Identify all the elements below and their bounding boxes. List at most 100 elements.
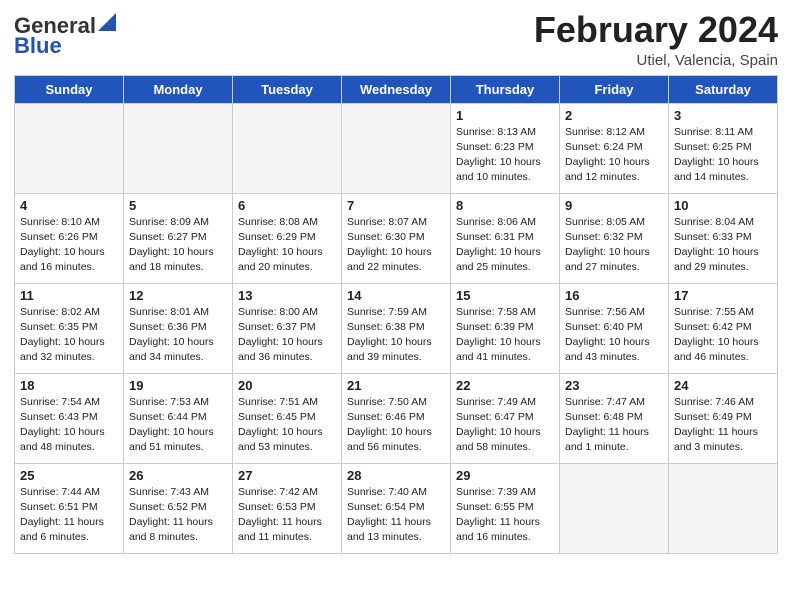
calendar-cell: 5 Sunrise: 8:09 AM Sunset: 6:27 PM Daylig… [124, 193, 233, 283]
day-info: Sunrise: 7:42 AM Sunset: 6:53 PM Dayligh… [238, 485, 336, 546]
day-number: 11 [20, 288, 118, 303]
day-info: Sunrise: 7:54 AM Sunset: 6:43 PM Dayligh… [20, 395, 118, 456]
day-info: Sunrise: 8:08 AM Sunset: 6:29 PM Dayligh… [238, 215, 336, 276]
calendar-cell: 26 Sunrise: 7:43 AM Sunset: 6:52 PM Dayli… [124, 463, 233, 553]
day-number: 26 [129, 468, 227, 483]
day-number: 19 [129, 378, 227, 393]
day-info: Sunrise: 8:13 AM Sunset: 6:23 PM Dayligh… [456, 125, 554, 186]
day-info: Sunrise: 7:55 AM Sunset: 6:42 PM Dayligh… [674, 305, 772, 366]
calendar-week-row: 25 Sunrise: 7:44 AM Sunset: 6:51 PM Dayli… [15, 463, 778, 553]
day-info: Sunrise: 7:47 AM Sunset: 6:48 PM Dayligh… [565, 395, 663, 456]
day-number: 14 [347, 288, 445, 303]
calendar-title: February 2024 [534, 10, 778, 50]
day-info: Sunrise: 8:11 AM Sunset: 6:25 PM Dayligh… [674, 125, 772, 186]
calendar-cell: 7 Sunrise: 8:07 AM Sunset: 6:30 PM Daylig… [342, 193, 451, 283]
day-info: Sunrise: 8:01 AM Sunset: 6:36 PM Dayligh… [129, 305, 227, 366]
calendar-cell [233, 103, 342, 193]
day-info: Sunrise: 7:44 AM Sunset: 6:51 PM Dayligh… [20, 485, 118, 546]
weekday-header-sunday: Sunday [15, 75, 124, 103]
calendar-week-row: 4 Sunrise: 8:10 AM Sunset: 6:26 PM Daylig… [15, 193, 778, 283]
day-info: Sunrise: 8:06 AM Sunset: 6:31 PM Dayligh… [456, 215, 554, 276]
day-info: Sunrise: 8:10 AM Sunset: 6:26 PM Dayligh… [20, 215, 118, 276]
day-number: 2 [565, 108, 663, 123]
calendar-cell: 18 Sunrise: 7:54 AM Sunset: 6:43 PM Dayli… [15, 373, 124, 463]
day-info: Sunrise: 7:51 AM Sunset: 6:45 PM Dayligh… [238, 395, 336, 456]
calendar-page: General Blue February 2024 Utiel, Valenc… [0, 0, 792, 568]
calendar-cell: 29Sunrise: 7:39 AM Sunset: 6:55 PM Dayli… [451, 463, 560, 553]
weekday-header-tuesday: Tuesday [233, 75, 342, 103]
day-number: 24 [674, 378, 772, 393]
calendar-header-row: SundayMondayTuesdayWednesdayThursdayFrid… [15, 75, 778, 103]
calendar-cell: 19 Sunrise: 7:53 AM Sunset: 6:44 PM Dayli… [124, 373, 233, 463]
day-number: 4 [20, 198, 118, 213]
day-number: 25 [20, 468, 118, 483]
day-number: 27 [238, 468, 336, 483]
calendar-week-row: 18 Sunrise: 7:54 AM Sunset: 6:43 PM Dayli… [15, 373, 778, 463]
day-info: Sunrise: 8:00 AM Sunset: 6:37 PM Dayligh… [238, 305, 336, 366]
day-info: Sunrise: 7:56 AM Sunset: 6:40 PM Dayligh… [565, 305, 663, 366]
calendar-cell [15, 103, 124, 193]
day-info: Sunrise: 7:46 AM Sunset: 6:49 PM Dayligh… [674, 395, 772, 456]
day-number: 16 [565, 288, 663, 303]
weekday-header-monday: Monday [124, 75, 233, 103]
calendar-cell: 14 Sunrise: 7:59 AM Sunset: 6:38 PM Dayli… [342, 283, 451, 373]
calendar-cell: 4 Sunrise: 8:10 AM Sunset: 6:26 PM Daylig… [15, 193, 124, 283]
day-number: 8 [456, 198, 554, 213]
calendar-week-row: 11 Sunrise: 8:02 AM Sunset: 6:35 PM Dayli… [15, 283, 778, 373]
day-number: 20 [238, 378, 336, 393]
day-number: 21 [347, 378, 445, 393]
calendar-cell: 10Sunrise: 8:04 AM Sunset: 6:33 PM Dayli… [669, 193, 778, 283]
day-info: Sunrise: 8:02 AM Sunset: 6:35 PM Dayligh… [20, 305, 118, 366]
calendar-cell: 3 Sunrise: 8:11 AM Sunset: 6:25 PM Daylig… [669, 103, 778, 193]
day-number: 10 [674, 198, 772, 213]
day-number: 9 [565, 198, 663, 213]
day-number: 18 [20, 378, 118, 393]
weekday-header-saturday: Saturday [669, 75, 778, 103]
day-number: 28 [347, 468, 445, 483]
day-number: 22 [456, 378, 554, 393]
day-number: 5 [129, 198, 227, 213]
calendar-cell: 25 Sunrise: 7:44 AM Sunset: 6:51 PM Dayli… [15, 463, 124, 553]
calendar-cell: 24 Sunrise: 7:46 AM Sunset: 6:49 PM Dayli… [669, 373, 778, 463]
calendar-table: SundayMondayTuesdayWednesdayThursdayFrid… [14, 75, 778, 554]
day-info: Sunrise: 7:59 AM Sunset: 6:38 PM Dayligh… [347, 305, 445, 366]
calendar-cell: 1 Sunrise: 8:13 AM Sunset: 6:23 PM Daylig… [451, 103, 560, 193]
day-number: 29 [456, 468, 554, 483]
calendar-cell: 12 Sunrise: 8:01 AM Sunset: 6:36 PM Dayli… [124, 283, 233, 373]
weekday-header-friday: Friday [560, 75, 669, 103]
calendar-cell: 9Sunrise: 8:05 AM Sunset: 6:32 PM Daylig… [560, 193, 669, 283]
calendar-cell: 6 Sunrise: 8:08 AM Sunset: 6:29 PM Daylig… [233, 193, 342, 283]
day-number: 1 [456, 108, 554, 123]
calendar-cell: 22 Sunrise: 7:49 AM Sunset: 6:47 PM Dayli… [451, 373, 560, 463]
logo: General Blue [14, 14, 116, 58]
day-number: 3 [674, 108, 772, 123]
calendar-subtitle: Utiel, Valencia, Spain [534, 52, 778, 69]
calendar-cell [560, 463, 669, 553]
day-info: Sunrise: 8:07 AM Sunset: 6:30 PM Dayligh… [347, 215, 445, 276]
day-info: Sunrise: 8:12 AM Sunset: 6:24 PM Dayligh… [565, 125, 663, 186]
day-number: 7 [347, 198, 445, 213]
calendar-week-row: 1 Sunrise: 8:13 AM Sunset: 6:23 PM Daylig… [15, 103, 778, 193]
day-info: Sunrise: 7:49 AM Sunset: 6:47 PM Dayligh… [456, 395, 554, 456]
day-info: Sunrise: 8:09 AM Sunset: 6:27 PM Dayligh… [129, 215, 227, 276]
calendar-cell: 17Sunrise: 7:55 AM Sunset: 6:42 PM Dayli… [669, 283, 778, 373]
calendar-cell: 20 Sunrise: 7:51 AM Sunset: 6:45 PM Dayli… [233, 373, 342, 463]
calendar-cell: 2 Sunrise: 8:12 AM Sunset: 6:24 PM Daylig… [560, 103, 669, 193]
day-info: Sunrise: 7:43 AM Sunset: 6:52 PM Dayligh… [129, 485, 227, 546]
header: General Blue February 2024 Utiel, Valenc… [14, 10, 778, 69]
calendar-cell [342, 103, 451, 193]
calendar-cell: 28Sunrise: 7:40 AM Sunset: 6:54 PM Dayli… [342, 463, 451, 553]
calendar-cell [669, 463, 778, 553]
day-number: 12 [129, 288, 227, 303]
calendar-cell: 13Sunrise: 8:00 AM Sunset: 6:37 PM Dayli… [233, 283, 342, 373]
day-number: 15 [456, 288, 554, 303]
logo-icon [98, 13, 116, 31]
day-info: Sunrise: 7:53 AM Sunset: 6:44 PM Dayligh… [129, 395, 227, 456]
calendar-cell: 23Sunrise: 7:47 AM Sunset: 6:48 PM Dayli… [560, 373, 669, 463]
calendar-cell: 27 Sunrise: 7:42 AM Sunset: 6:53 PM Dayli… [233, 463, 342, 553]
calendar-cell: 16 Sunrise: 7:56 AM Sunset: 6:40 PM Dayli… [560, 283, 669, 373]
day-number: 6 [238, 198, 336, 213]
day-info: Sunrise: 7:58 AM Sunset: 6:39 PM Dayligh… [456, 305, 554, 366]
calendar-cell: 15 Sunrise: 7:58 AM Sunset: 6:39 PM Dayli… [451, 283, 560, 373]
calendar-cell: 11 Sunrise: 8:02 AM Sunset: 6:35 PM Dayli… [15, 283, 124, 373]
